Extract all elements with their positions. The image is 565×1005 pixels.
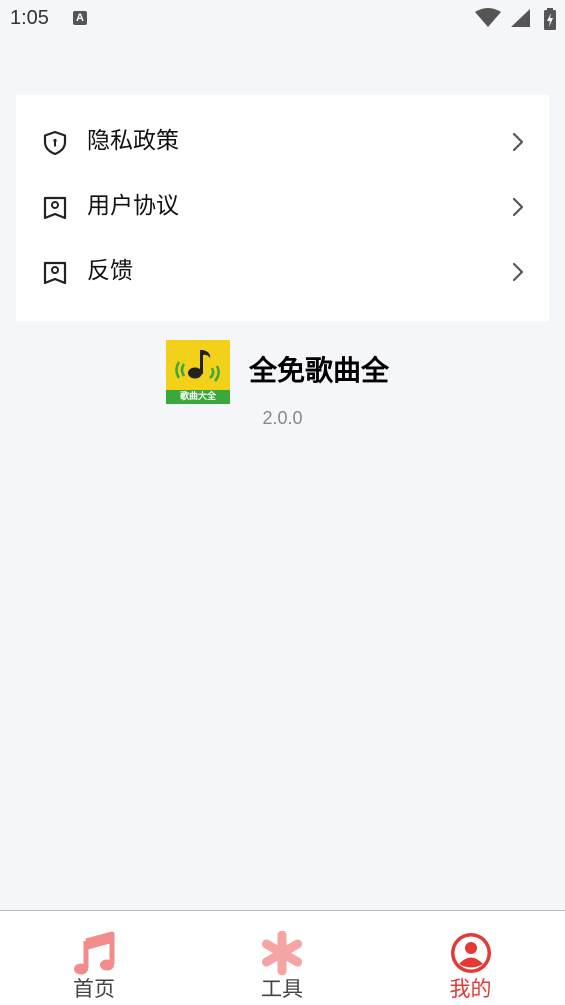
menu-item-label: 隐私政策 [87,128,179,154]
nav-tab-tools[interactable]: 工具 [188,911,376,1005]
battery-icon [544,8,556,30]
app-version: 2.0.0 [262,408,303,428]
settings-menu: 隐私政策 用户协议 反馈 [16,95,549,321]
menu-item-user-agreement[interactable]: 用户协议 [16,175,549,239]
menu-item-feedback[interactable]: 反馈 [16,240,549,304]
chevron-right-icon [512,132,524,152]
notification-icon: A [73,11,87,25]
menu-item-label: 用户协议 [87,193,179,219]
menu-item-privacy-policy[interactable]: 隐私政策 [16,110,549,174]
bookmark-icon [43,261,67,285]
menu-item-label: 反馈 [87,258,133,284]
wifi-icon [475,8,501,27]
signal-icon [511,9,530,27]
user-icon [450,933,491,973]
app-logo: 歌曲大全 [166,340,230,404]
shield-icon [43,130,67,156]
app-name: 全免歌曲全 [249,354,390,387]
status-time: 1:05 [10,7,49,29]
chevron-right-icon [512,262,524,282]
logo-band: 歌曲大全 [166,390,230,404]
bottom-navigation: 首页 工具 我的 [0,910,565,1005]
bookmark-icon [43,196,67,220]
asterisk-icon [261,931,303,975]
logo-text: 歌曲大全 [179,392,216,402]
status-bar: 1:05 A [0,0,565,38]
nav-label: 我的 [449,977,492,1001]
music-note-logo-icon [175,350,220,382]
music-note-icon [74,931,115,975]
nav-tab-home[interactable]: 首页 [0,911,188,1005]
nav-label: 工具 [261,977,303,1001]
nav-label: 首页 [73,977,115,1001]
nav-tab-mine[interactable]: 我的 [376,911,565,1005]
chevron-right-icon [512,197,524,217]
